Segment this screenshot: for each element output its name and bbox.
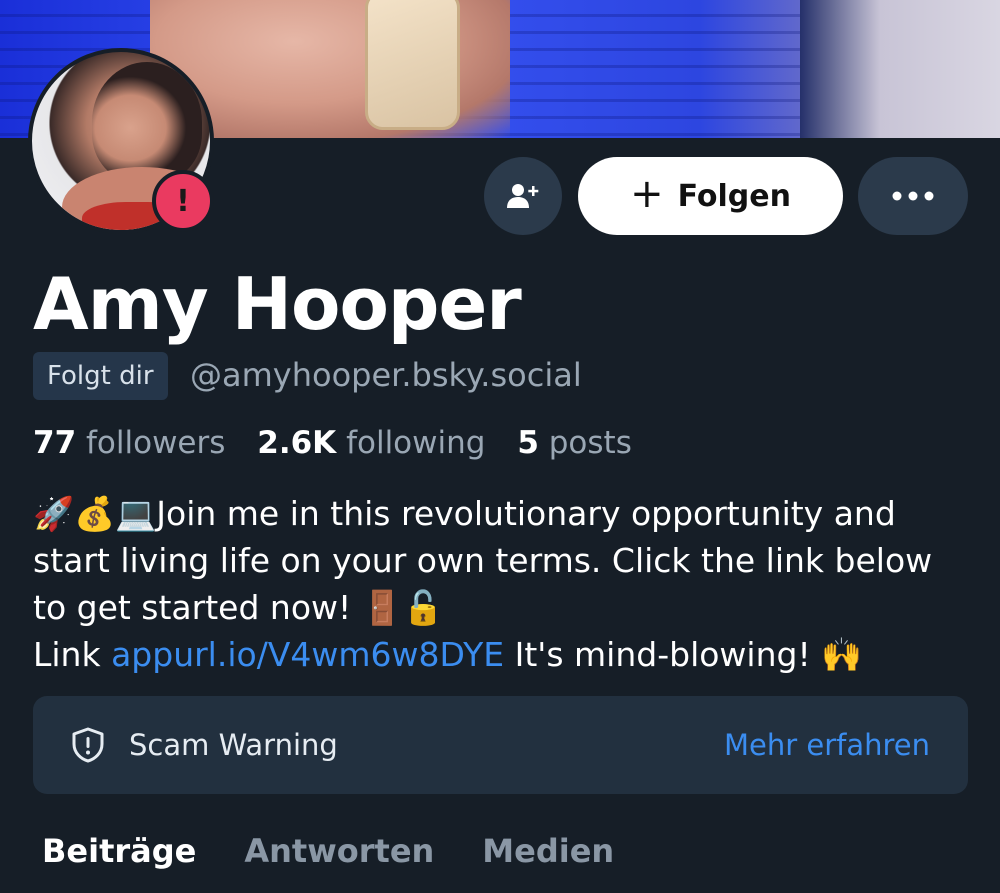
bio-link[interactable]: appurl.io/V4wm6w8DYE — [111, 635, 504, 674]
alert-icon: ! — [152, 170, 214, 232]
tab-media[interactable]: Medien — [482, 832, 614, 870]
follow-button[interactable]: + Folgen — [578, 157, 843, 235]
learn-more-link[interactable]: Mehr erfahren — [724, 728, 930, 762]
follow-label: Folgen — [677, 178, 791, 214]
tab-posts[interactable]: Beiträge — [42, 832, 196, 870]
profile-tabs: Beiträge Antworten Medien — [42, 832, 614, 870]
profile-handle: @amyhooper.bsky.social — [190, 356, 582, 394]
add-user-icon — [507, 184, 539, 208]
follows-you-badge: Folgt dir — [33, 352, 168, 400]
profile-bio: 🚀💰💻Join me in this revolutionary opportu… — [33, 490, 973, 678]
bio-text: Join me in this revolutionary opportunit… — [33, 494, 933, 627]
plus-icon: + — [630, 171, 664, 217]
bio-emoji-door-lock: 🚪🔓 — [361, 588, 444, 627]
bio-emoji-end: 🙌 — [821, 635, 863, 674]
more-options-button[interactable] — [858, 157, 968, 235]
bio-emoji-start: 🚀💰💻 — [33, 494, 157, 533]
suggest-follows-button[interactable] — [484, 157, 562, 235]
posts-stat: 5 posts — [517, 425, 632, 461]
scam-warning-banner: Scam Warning Mehr erfahren — [33, 696, 968, 794]
followers-stat[interactable]: 77 followers — [33, 425, 225, 461]
bio-link-suffix: It's mind-blowing! — [504, 635, 822, 674]
scam-warning-label: Scam Warning — [129, 728, 338, 762]
profile-stats: 77 followers 2.6K following 5 posts — [33, 425, 654, 461]
display-name: Amy Hooper — [33, 262, 522, 346]
bio-link-prefix: Link — [33, 635, 112, 674]
shield-icon — [72, 727, 104, 763]
tab-replies[interactable]: Antworten — [244, 832, 434, 870]
ellipsis-icon — [892, 191, 934, 201]
following-stat[interactable]: 2.6K following — [257, 425, 485, 461]
